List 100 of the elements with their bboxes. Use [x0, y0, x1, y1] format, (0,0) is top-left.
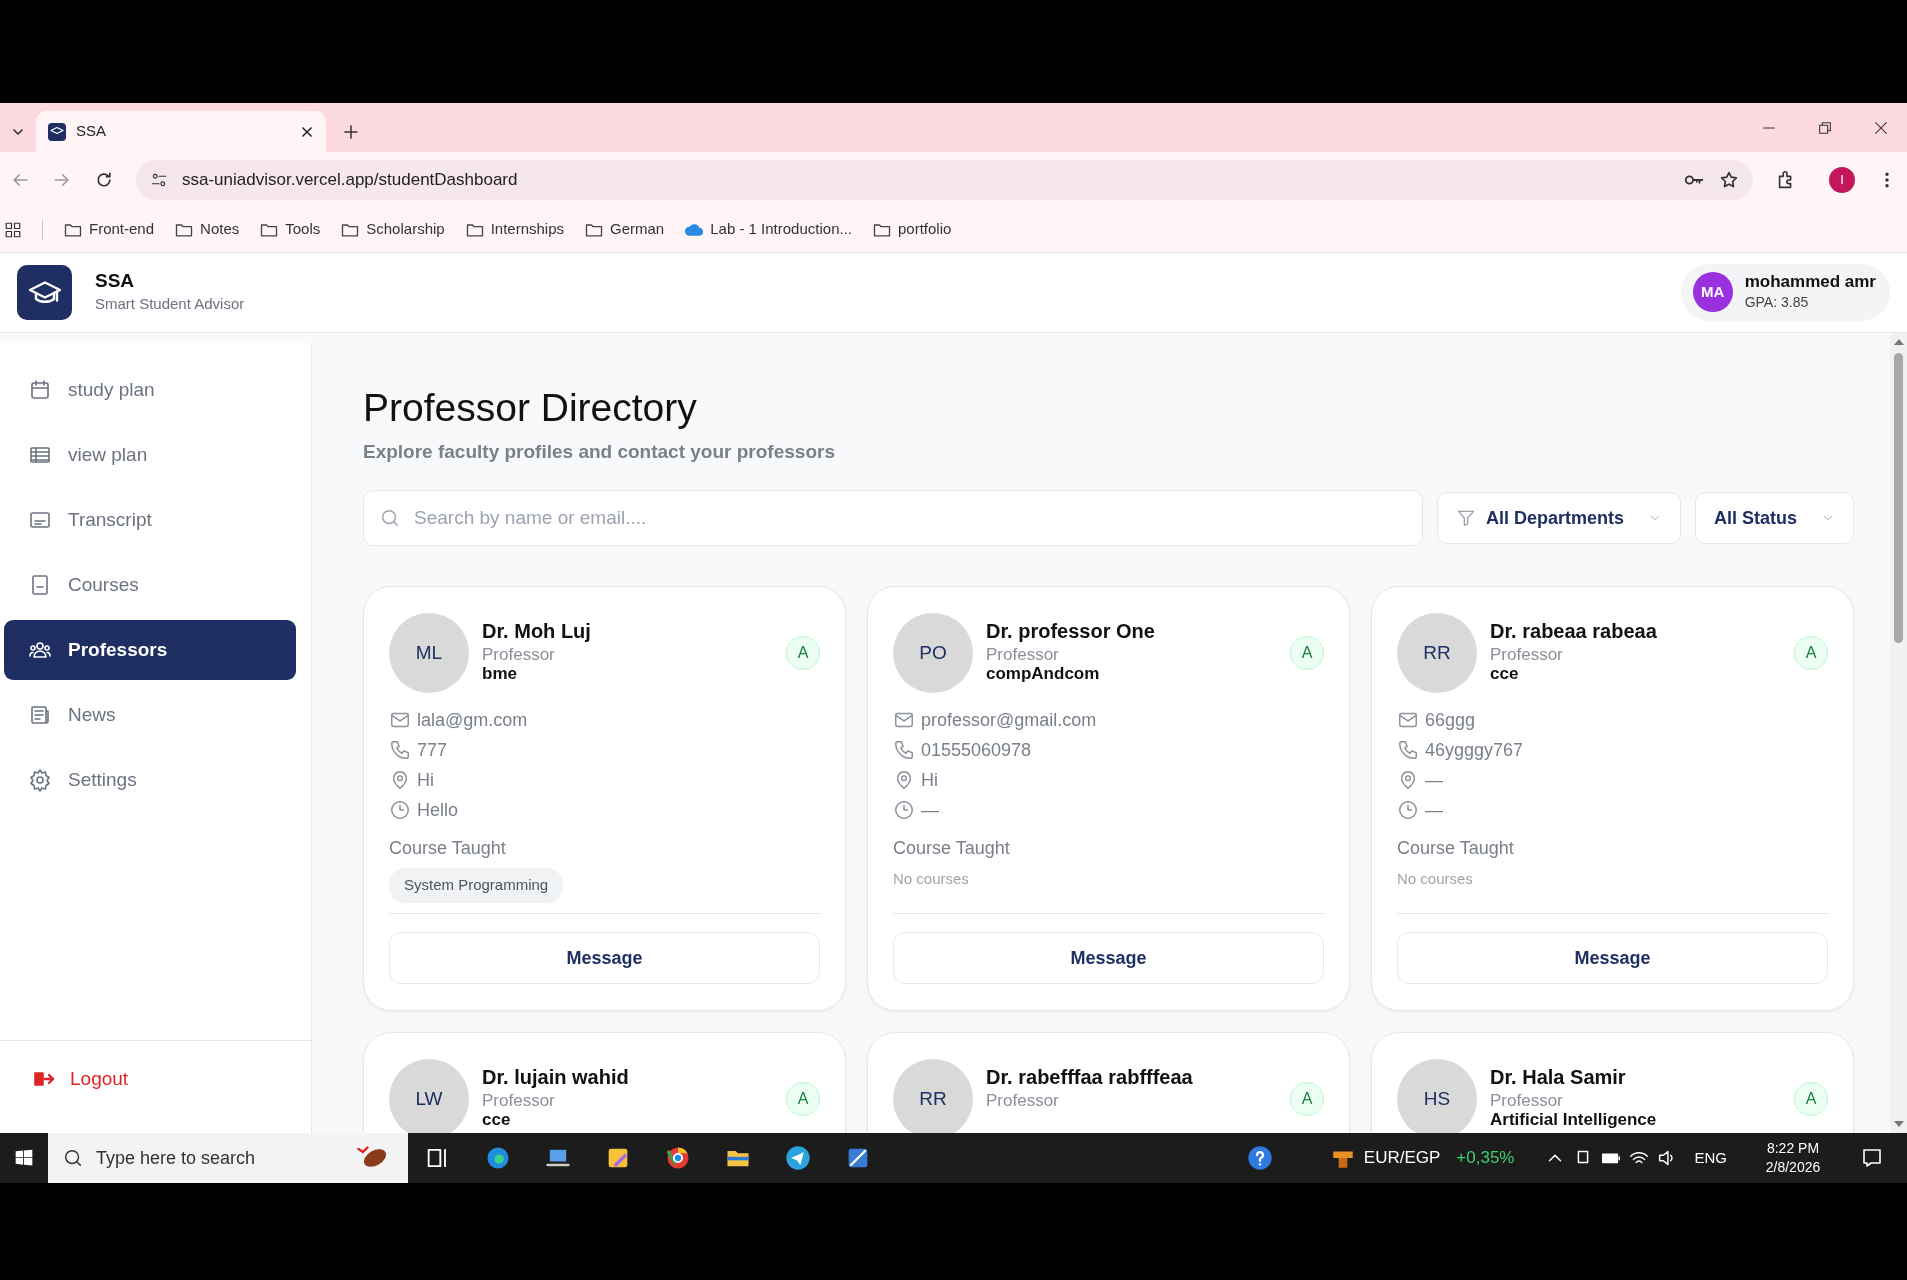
newspaper-icon	[28, 703, 52, 727]
close-icon[interactable]	[300, 124, 314, 139]
app-subtitle: Smart Student Advisor	[95, 293, 245, 314]
bookmark[interactable]: Internships	[464, 218, 565, 241]
section-label: Course Taught	[389, 837, 507, 861]
department-text: bme	[482, 664, 518, 685]
message-button[interactable]: Message	[389, 932, 820, 985]
phone-icon	[1397, 739, 1419, 762]
contact-text: professor@gmail.com	[921, 708, 1097, 732]
paper-plane-icon[interactable]	[784, 1144, 812, 1172]
scroll-up-icon[interactable]	[1893, 339, 1904, 345]
sidebar-item[interactable]: view plan	[4, 425, 296, 485]
contact-text: 66ggg	[1425, 708, 1476, 732]
page-subtitle: Explore faculty profiles and contact your professors	[363, 439, 836, 464]
status-badge: A	[786, 636, 820, 671]
app-title: SSA	[95, 269, 136, 293]
contact-text: 46ygggy767	[1425, 738, 1524, 762]
department-text: cce	[1490, 664, 1520, 685]
clock-icon	[1397, 799, 1419, 822]
star-icon[interactable]	[1719, 169, 1739, 190]
bookmark[interactable]: German	[584, 218, 665, 241]
profile-avatar[interactable]: I	[1829, 166, 1855, 193]
department-text: Artificial Intelligence	[1490, 1110, 1658, 1131]
course-tag: System Programming	[389, 868, 564, 903]
professor-title: Professor	[1490, 645, 1564, 665]
notification-icon[interactable]	[1860, 1146, 1884, 1170]
avatar: HS	[1397, 1059, 1477, 1133]
sidebar-item[interactable]: Settings	[4, 750, 296, 810]
empty-text: No courses	[893, 869, 970, 890]
language-indicator[interactable]: ENG	[1694, 1146, 1727, 1170]
phone-icon	[389, 739, 411, 762]
filter-icon	[1455, 508, 1476, 529]
page-title: Professor Directory	[363, 385, 698, 431]
professor-name: Dr. Moh Luj	[482, 618, 592, 644]
ticker-widget[interactable]: EUR/EGP +0,35%	[1329, 1145, 1515, 1171]
address-bar[interactable]: ssa-uniadvisor.vercel.app/studentDashboard	[136, 159, 1753, 200]
sidebar-item[interactable]: study plan	[4, 360, 296, 420]
contact-text: —	[1425, 798, 1443, 822]
status-badge: A	[1794, 636, 1828, 671]
message-button[interactable]: Message	[893, 932, 1324, 985]
section-label: Course Taught	[1397, 837, 1515, 861]
avatar: LW	[389, 1059, 469, 1133]
department-text: cce	[482, 1110, 512, 1131]
bookmark[interactable]: Lab - 1 Introduction...	[684, 218, 852, 241]
professor-title: Professor	[1490, 1091, 1564, 1111]
scrollbar-thumb[interactable]	[1894, 353, 1903, 643]
user-avatar: MA	[1692, 272, 1733, 313]
contact-text: Hi	[921, 768, 938, 792]
browser-tab[interactable]: SSA	[36, 111, 326, 152]
url-text: ssa-uniadvisor.vercel.app/studentDashboard	[182, 168, 519, 191]
sidebar-item[interactable]: Courses	[4, 555, 296, 615]
avatar: PO	[893, 613, 973, 694]
ticker-pair: EUR/EGP	[1363, 1147, 1441, 1170]
settings-icon	[28, 768, 52, 792]
scroll-down-icon[interactable]	[1893, 1121, 1904, 1127]
apps-grid-icon[interactable]	[4, 220, 22, 239]
windows-logo-icon[interactable]	[14, 1148, 34, 1168]
empty-text: No courses	[1397, 869, 1474, 890]
user-chip[interactable]: MA mohammed amr GPA: 3.85	[1680, 263, 1890, 322]
logout-button[interactable]: Logout	[32, 1064, 129, 1093]
professor-name: Dr. professor One	[986, 618, 1156, 644]
new-tab-icon[interactable]	[342, 122, 360, 141]
sidebar-item[interactable]: Transcript	[4, 490, 296, 550]
taskbar-search[interactable]: Type here to search	[48, 1133, 408, 1183]
contact-text: Hello	[417, 798, 459, 822]
bookmark[interactable]: Notes	[174, 218, 240, 241]
gpa-text: GPA: 3.85	[1744, 293, 1810, 313]
filter-dropdown[interactable]: All Status	[1695, 492, 1854, 545]
contact-text: 777	[417, 738, 448, 762]
department-text: compAndcom	[986, 664, 1101, 685]
professor-name: Dr. rabeaa rabeaa	[1490, 618, 1658, 644]
professor-name: Dr. rabefffaa rabfffeaa	[986, 1064, 1194, 1090]
close-icon[interactable]	[1873, 119, 1889, 136]
contact-text: —	[921, 798, 939, 822]
restore-icon[interactable]	[1817, 119, 1833, 136]
bookmark[interactable]: Scholarship	[340, 218, 445, 241]
bookmark[interactable]: portfolio	[872, 218, 952, 241]
clock[interactable]: 8:22 PM 2/8/2026	[1749, 1139, 1837, 1177]
tab-title: SSA	[76, 121, 107, 142]
professor-title: Professor	[482, 645, 556, 665]
filter-dropdown[interactable]: All Departments	[1436, 492, 1681, 545]
search-icon	[62, 1147, 84, 1169]
help-icon[interactable]	[1245, 1144, 1274, 1172]
contact-text: Hi	[417, 768, 434, 792]
message-button[interactable]: Message	[1397, 932, 1828, 985]
contact-text: 01555060978	[921, 738, 1032, 762]
search-field[interactable]: Search by name or email....	[363, 490, 1423, 547]
contact-text: lala@gm.com	[417, 708, 528, 732]
sidebar-item[interactable]: News	[4, 685, 296, 745]
clock-icon	[893, 799, 915, 822]
bookmark[interactable]: Tools	[259, 218, 321, 241]
status-badge: A	[786, 1082, 820, 1117]
status-badge: A	[1290, 636, 1324, 671]
user-name: mohammed amr	[1744, 271, 1876, 293]
ticker-change: +0,35%	[1456, 1147, 1515, 1170]
avatar: ML	[389, 613, 469, 694]
bookmark[interactable]: Front-end	[63, 218, 155, 241]
sidebar-item[interactable]: Professors	[4, 620, 296, 680]
clock-icon	[389, 799, 411, 822]
avatar: RR	[893, 1059, 973, 1133]
